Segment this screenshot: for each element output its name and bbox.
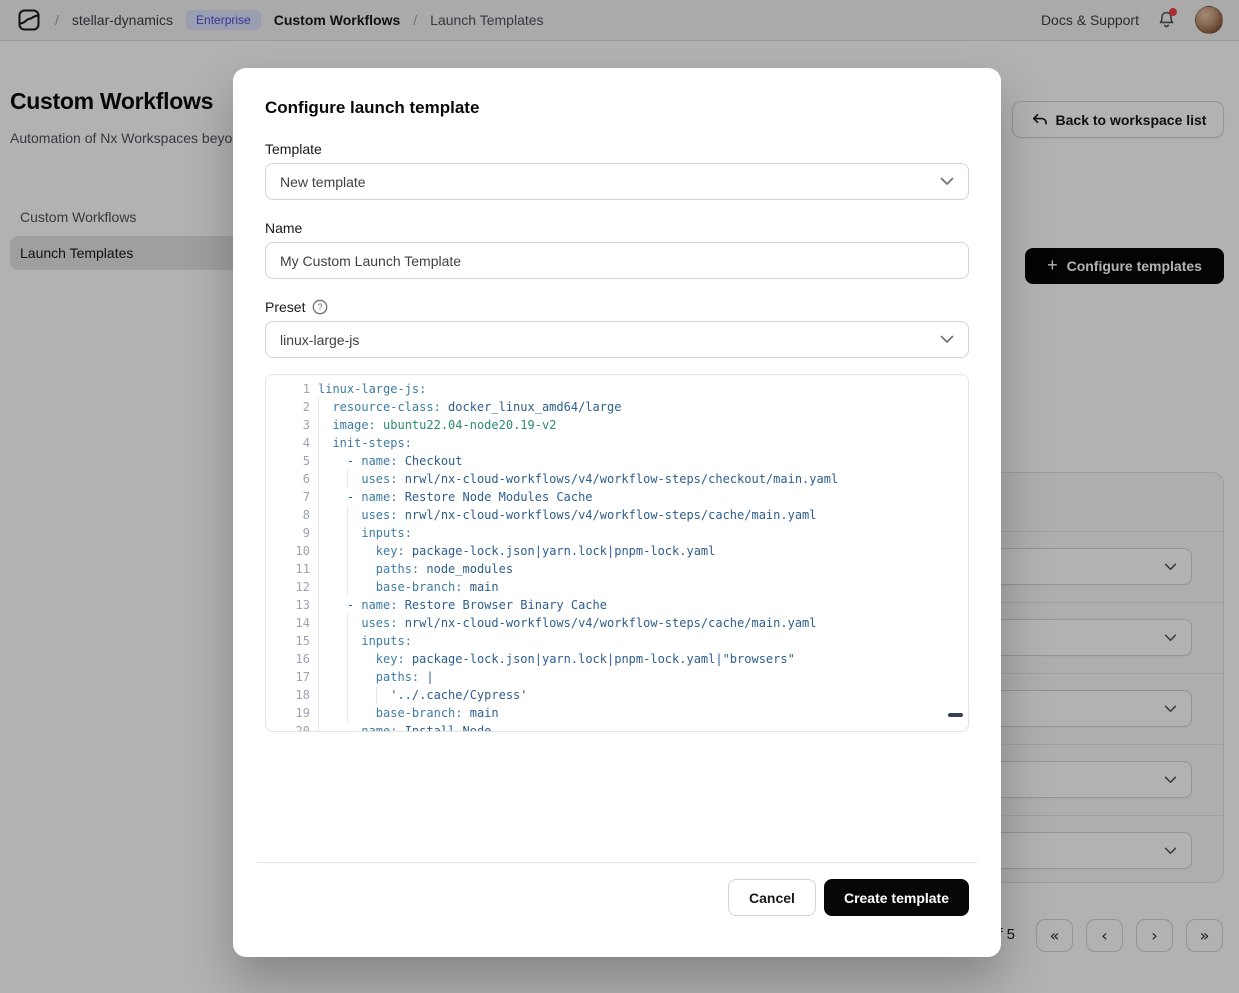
line-number: 13 — [266, 596, 310, 614]
indent-guides — [318, 686, 390, 704]
code-line: 8uses: nrwl/nx-cloud-workflows/v4/workfl… — [266, 506, 968, 524]
template-field-label: Template — [265, 141, 969, 157]
svg-text:?: ? — [318, 302, 323, 312]
code-line: 15inputs: — [266, 632, 968, 650]
line-number: 20 — [266, 722, 310, 732]
create-template-button[interactable]: Create template — [824, 879, 969, 916]
indent-guides — [318, 524, 361, 542]
code-line: 18'../.cache/Cypress' — [266, 686, 968, 704]
line-number: 1 — [266, 380, 310, 398]
indent-guides — [318, 722, 347, 732]
template-select[interactable]: New template — [265, 163, 969, 200]
indent-guides — [318, 470, 361, 488]
code-line: 10key: package-lock.json|yarn.lock|pnpm-… — [266, 542, 968, 560]
indent-guides — [318, 488, 347, 506]
indent-guides — [318, 614, 361, 632]
chevron-down-icon — [940, 177, 954, 186]
line-number: 10 — [266, 542, 310, 560]
line-number: 4 — [266, 434, 310, 452]
code-line: 6uses: nrwl/nx-cloud-workflows/v4/workfl… — [266, 470, 968, 488]
template-select-value: New template — [280, 174, 366, 190]
code-line: 13- name: Restore Browser Binary Cache — [266, 596, 968, 614]
name-input[interactable] — [265, 242, 969, 279]
indent-guides — [318, 596, 347, 614]
code-line: 1linux-large-js: — [266, 380, 968, 398]
line-number: 11 — [266, 560, 310, 578]
line-number: 5 — [266, 452, 310, 470]
code-line: 16key: package-lock.json|yarn.lock|pnpm-… — [266, 650, 968, 668]
line-number: 19 — [266, 704, 310, 722]
line-number: 8 — [266, 506, 310, 524]
line-number: 17 — [266, 668, 310, 686]
screen: / stellar-dynamics Enterprise Custom Wor… — [0, 0, 1239, 993]
code-line: 4init-steps: — [266, 434, 968, 452]
cancel-button[interactable]: Cancel — [728, 879, 816, 916]
modal-title: Configure launch template — [265, 96, 969, 120]
help-icon[interactable]: ? — [312, 299, 328, 315]
code-line: 20- name: Install Node — [266, 722, 968, 732]
editor-lines: 1linux-large-js:2resource-class: docker_… — [266, 380, 968, 732]
code-line: 3image: ubuntu22.04-node20.19-v2 — [266, 416, 968, 434]
code-line: 7- name: Restore Node Modules Cache — [266, 488, 968, 506]
indent-guides — [318, 506, 361, 524]
indent-guides — [318, 452, 347, 470]
line-number: 15 — [266, 632, 310, 650]
name-field-label: Name — [265, 220, 969, 236]
preset-select[interactable]: linux-large-js — [265, 321, 969, 358]
line-number: 2 — [266, 398, 310, 416]
indent-guides — [318, 632, 361, 650]
indent-guides — [318, 542, 376, 560]
editor-scrollbar-thumb[interactable] — [948, 713, 963, 717]
yaml-code-editor[interactable]: 1linux-large-js:2resource-class: docker_… — [265, 374, 969, 732]
indent-guides — [318, 650, 376, 668]
indent-guides — [318, 578, 376, 596]
line-number: 7 — [266, 488, 310, 506]
chevron-down-icon — [940, 335, 954, 344]
code-line: 5- name: Checkout — [266, 452, 968, 470]
line-number: 6 — [266, 470, 310, 488]
line-number: 9 — [266, 524, 310, 542]
indent-guides — [318, 434, 332, 452]
modal-footer: Cancel Create template — [265, 863, 969, 916]
indent-guides — [318, 416, 332, 434]
configure-launch-template-modal: Configure launch template Template New t… — [233, 68, 1001, 957]
code-line: 17paths: | — [266, 668, 968, 686]
indent-guides — [318, 560, 376, 578]
line-number: 18 — [266, 686, 310, 704]
code-line: 11paths: node_modules — [266, 560, 968, 578]
preset-field-label: Preset ? — [265, 299, 969, 315]
line-number: 12 — [266, 578, 310, 596]
code-line: 12base-branch: main — [266, 578, 968, 596]
preset-label-text: Preset — [265, 299, 305, 315]
line-number: 3 — [266, 416, 310, 434]
line-number: 16 — [266, 650, 310, 668]
code-line: 19base-branch: main — [266, 704, 968, 722]
preset-select-value: linux-large-js — [280, 332, 359, 348]
indent-guides — [318, 668, 376, 686]
indent-guides — [318, 704, 376, 722]
code-line: 14uses: nrwl/nx-cloud-workflows/v4/workf… — [266, 614, 968, 632]
line-number: 14 — [266, 614, 310, 632]
code-line: 2resource-class: docker_linux_amd64/larg… — [266, 398, 968, 416]
code-line: 9inputs: — [266, 524, 968, 542]
indent-guides — [318, 398, 332, 416]
